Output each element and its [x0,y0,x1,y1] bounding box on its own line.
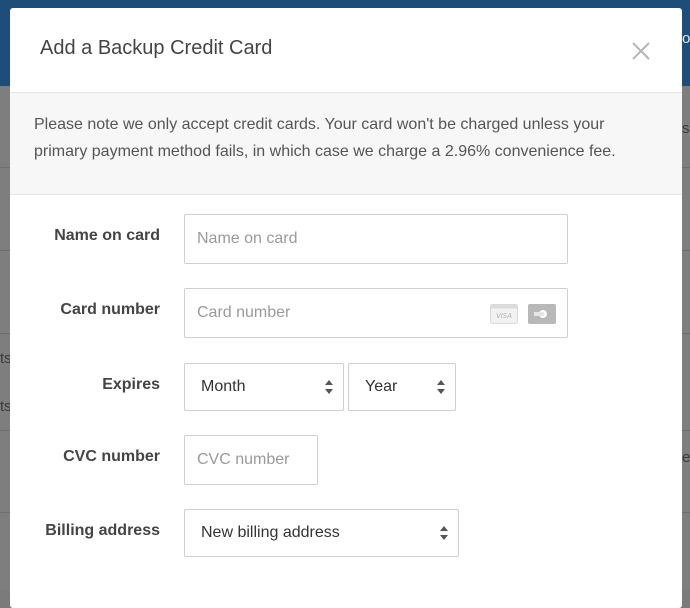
select-arrows-icon [437,380,445,394]
close-icon [632,42,650,60]
visa-card-icon: VISA [490,304,518,324]
billing-address-label: Billing address [45,522,160,539]
cvc-input[interactable] [184,435,318,485]
cvc-label: CVC number [63,448,160,465]
name-label: Name on card [54,227,160,244]
name-on-card-input[interactable] [184,214,568,264]
expiry-month-value: Month [201,378,246,395]
svg-text:VISA: VISA [496,312,512,320]
select-arrows-icon [325,380,333,394]
card-number-label: Card number [60,301,160,318]
card-brand-icons: VISA [490,304,556,324]
background-text: o [682,30,690,47]
generic-card-icon [528,304,556,324]
expiry-year-value: Year [365,378,398,395]
select-arrows-icon [440,526,448,540]
close-button[interactable] [630,40,652,62]
background-text: s [682,120,690,137]
notice-text: Please note we only accept credit cards.… [10,93,682,195]
billing-address-select[interactable]: New billing address [184,509,459,557]
modal-title: Add a Backup Credit Card [40,37,273,59]
billing-address-value: New billing address [201,524,340,541]
expiry-month-select[interactable]: Month [184,363,344,411]
expiry-year-select[interactable]: Year [348,363,456,411]
background-text: e [682,449,690,466]
expires-label: Expires [102,376,160,393]
modal-header: Add a Backup Credit Card [10,8,682,93]
add-card-modal: Add a Backup Credit Card Please note we … [10,8,682,608]
card-number-field: VISA [184,288,568,338]
